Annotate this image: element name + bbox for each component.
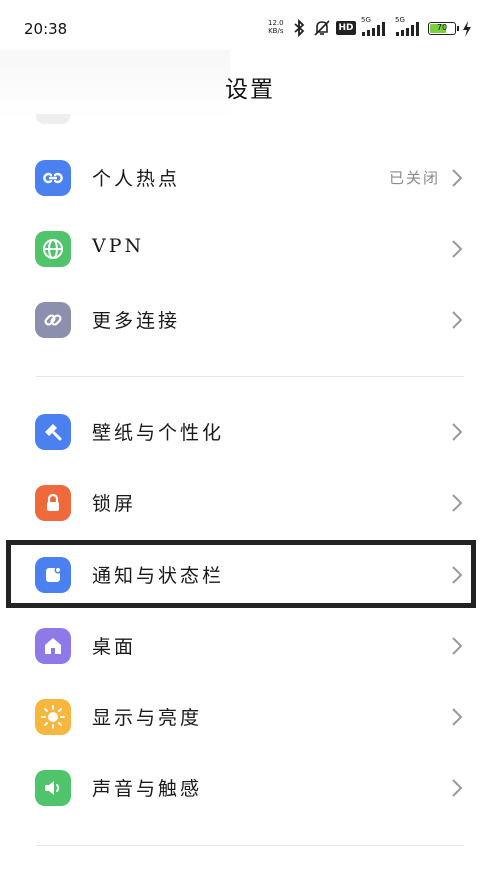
brush-icon (35, 414, 71, 450)
chevron-right-icon (452, 311, 463, 329)
settings-item-label: VPN (92, 235, 145, 257)
scrolled-item-edge (36, 114, 70, 124)
charging-icon (463, 21, 471, 37)
highlight-box (6, 540, 476, 608)
settings-item-hotspot[interactable]: 个人热点 已关闭 (0, 142, 500, 214)
settings-item-desktop[interactable]: 桌面 (0, 610, 500, 682)
settings-item-more-connections[interactable]: 更多连接 (0, 284, 500, 356)
lock-icon (35, 485, 71, 521)
globe-icon (35, 231, 71, 267)
bluetooth-icon (294, 19, 305, 37)
sun-icon (35, 699, 71, 735)
chevron-right-icon (452, 169, 463, 187)
settings-item-label: 更多连接 (92, 310, 181, 332)
settings-item-sound[interactable]: 声音与触感 (0, 752, 500, 824)
hotspot-icon (35, 160, 71, 196)
section-divider (36, 376, 464, 377)
chevron-right-icon (452, 423, 463, 441)
settings-item-lock-screen[interactable]: 锁屏 (0, 467, 500, 539)
battery-level: 70 (436, 23, 448, 32)
hotspot-status: 已关闭 (388, 169, 440, 187)
settings-item-wallpaper[interactable]: 壁纸与个性化 (0, 396, 500, 468)
chevron-right-icon (452, 708, 463, 726)
settings-item-label: 锁屏 (92, 493, 137, 515)
battery-nub (457, 26, 459, 31)
link-icon (35, 302, 71, 338)
settings-item-display[interactable]: 显示与亮度 (0, 681, 500, 753)
silent-bell-icon (314, 20, 330, 36)
battery-icon: 70 (428, 22, 459, 35)
settings-item-label: 桌面 (92, 636, 137, 658)
status-time: 20:38 (24, 20, 68, 38)
chevron-right-icon (452, 637, 463, 655)
speaker-icon (35, 770, 71, 806)
net-speed: 12.0 KB/s (268, 19, 284, 35)
hd-icon: HD (336, 21, 356, 35)
settings-item-vpn[interactable]: VPN (0, 213, 500, 285)
home-icon (35, 628, 71, 664)
net-speed-unit: KB/s (268, 27, 284, 35)
chevron-right-icon (452, 779, 463, 797)
chevron-right-icon (452, 240, 463, 258)
signal2-icon (396, 22, 419, 36)
page-title: 设置 (225, 77, 275, 103)
settings-item-label: 显示与亮度 (92, 707, 203, 729)
chevron-right-icon (452, 494, 463, 512)
settings-item-label: 个人热点 (92, 168, 181, 190)
settings-item-label: 声音与触感 (92, 778, 203, 800)
section-divider (36, 845, 464, 846)
signal-icon (362, 22, 385, 36)
net-speed-value: 12.0 (268, 19, 284, 27)
settings-item-label: 壁纸与个性化 (92, 422, 225, 444)
